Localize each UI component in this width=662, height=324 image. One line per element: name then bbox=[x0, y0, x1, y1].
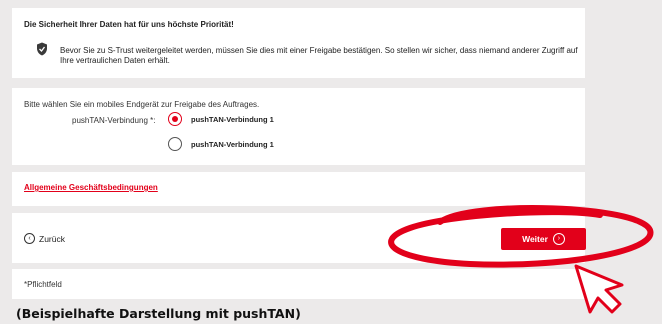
agb-panel: Allgemeine Geschäftsbedingungen bbox=[12, 172, 585, 206]
security-heading: Die Sicherheit Ihrer Daten hat für uns h… bbox=[24, 20, 234, 29]
required-note-panel: *Pflichtfeld bbox=[12, 269, 585, 299]
chevron-left-icon: ‹ bbox=[24, 233, 35, 244]
pushtan-field-label: pushTAN-Verbindung *: bbox=[72, 116, 156, 125]
caption: (Beispielhafte Darstellung mit pushTAN) bbox=[16, 306, 301, 321]
back-label: Zurück bbox=[39, 233, 65, 244]
radio-unselected[interactable] bbox=[168, 137, 182, 151]
device-selection-panel: Bitte wählen Sie ein mobiles Endgerät zu… bbox=[12, 88, 585, 165]
pushtan-option-1[interactable]: pushTAN-Verbindung 1 bbox=[168, 112, 274, 126]
shield-check-icon bbox=[37, 42, 47, 56]
security-info-text: Bevor Sie zu S-Trust weitergeleitet werd… bbox=[60, 46, 578, 65]
radio-label: pushTAN-Verbindung 1 bbox=[191, 114, 274, 124]
radio-label: pushTAN-Verbindung 1 bbox=[191, 139, 274, 149]
device-prompt: Bitte wählen Sie ein mobiles Endgerät zu… bbox=[24, 100, 260, 109]
back-button[interactable]: ‹ Zurück bbox=[24, 233, 65, 244]
next-label: Weiter bbox=[522, 234, 548, 244]
navigation-panel: ‹ Zurück Weiter › bbox=[12, 213, 586, 263]
radio-selected[interactable] bbox=[168, 112, 182, 126]
agb-link[interactable]: Allgemeine Geschäftsbedingungen bbox=[24, 183, 158, 192]
chevron-right-icon: › bbox=[552, 233, 565, 245]
security-notice-panel: Die Sicherheit Ihrer Daten hat für uns h… bbox=[12, 8, 585, 78]
pushtan-option-2[interactable]: pushTAN-Verbindung 1 bbox=[168, 137, 274, 151]
next-button[interactable]: Weiter › bbox=[501, 228, 586, 250]
required-field-note: *Pflichtfeld bbox=[24, 280, 62, 289]
